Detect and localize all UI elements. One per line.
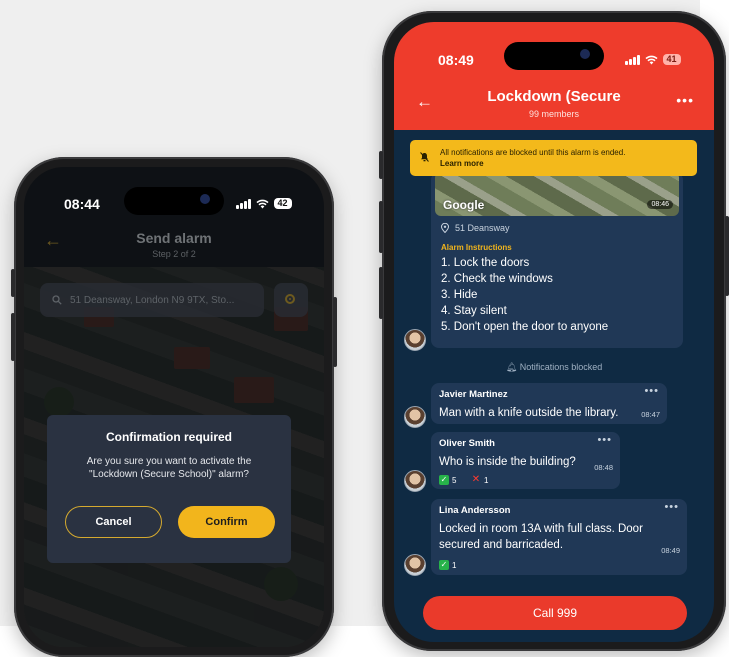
phone-button [379,267,383,319]
notice-text: All notifications are blocked until this… [440,148,626,157]
cross-icon: ✕ [471,474,481,485]
signal-icon [625,54,640,65]
confirm-button[interactable]: Confirm [178,506,275,538]
message-text: Man with a knife outside the library. [439,407,619,419]
address-text: 51 Deansway [455,223,510,233]
battery-icon: 42 [273,198,292,209]
message-sender: Javier Martinez [439,389,508,400]
avatar [404,554,426,576]
status-icons: 41 [625,54,681,65]
dialog-title: Confirmation required [105,430,232,444]
avatar [404,470,426,492]
avatar [404,406,426,428]
notification-block-banner: All notifications are blocked until this… [410,140,697,176]
instruction-item: 2. Check the windows [441,273,553,285]
address-search-value: 51 Deansway, London N9 9TX, Sto... [70,294,235,306]
map-time: 08:46 [647,200,673,209]
more-icon[interactable]: ••• [664,501,679,513]
status-time: 08:49 [438,52,474,68]
phone-button [333,297,337,367]
phone-button [11,269,15,297]
bell-off-icon [420,152,429,162]
more-icon[interactable]: ••• [597,434,612,446]
search-icon [52,295,62,305]
alarm-title: Lockdown (Secure [487,88,621,105]
message-text: Who is inside the building? [439,456,576,468]
phone-button [725,216,729,296]
map-logo: Google [443,198,485,212]
alarm-info-card: Google 08:46 51 Deansway Alarm Instructi… [431,172,683,348]
dialog-message: Are you sure you want to activate the "L… [86,456,252,480]
instruction-item: 4. Stay silent [441,305,507,317]
wifi-icon [644,55,658,64]
signal-icon [236,198,251,209]
phone-button [379,151,383,179]
page-title: Send alarm [136,230,212,246]
message-text-line: secured and barricaded. [439,539,564,551]
check-icon: ✓ [439,475,449,485]
bell-icon: 🔔︎ [505,362,518,372]
message-text-line: Locked in room 13A with full class. Door [439,523,643,535]
phone-alarm-chat: 08:49 41 ← Lockdown (Secure 99 members •… [379,11,729,651]
alarm-address: 51 Deansway [441,223,510,233]
instructions-label: Alarm Instructions [441,243,512,252]
chat-message[interactable]: Oliver Smith ••• Who is inside the build… [431,432,620,489]
instructions-list: 1. Lock the doors 2. Check the windows 3… [441,255,608,335]
member-count: 99 members [528,109,580,119]
confirmation-dialog: Confirmation required Are you sure you w… [47,415,291,563]
reaction-count: 1 [452,560,457,570]
address-search-input[interactable]: 51 Deansway, London N9 9TX, Sto... [40,283,264,317]
alarm-header: 08:49 41 ← Lockdown (Secure 99 members •… [394,22,714,130]
send-alarm-screen: 08:44 42 ← Send alarm Step 2 of 2 51 Dea… [24,167,324,647]
avatar [404,329,426,351]
reaction-count: 1 [484,475,489,485]
location-target-icon[interactable] [274,283,308,317]
more-icon[interactable]: ••• [676,92,694,108]
chat-message[interactable]: Lina Andersson ••• Locked in room 13A wi… [431,499,687,575]
map-thumbnail[interactable]: Google 08:46 [435,172,679,216]
battery-icon: 41 [662,54,681,65]
message-time: 08:47 [641,410,660,419]
reaction-cross[interactable]: ✕ 1 [471,474,489,485]
more-icon[interactable]: ••• [644,385,659,397]
alarm-chat-screen: 08:49 41 ← Lockdown (Secure 99 members •… [394,22,714,642]
instruction-item: 3. Hide [441,289,478,301]
message-sender: Lina Andersson [439,505,511,516]
learn-more-link[interactable]: Learn more [440,158,625,169]
wifi-icon [255,199,269,208]
check-icon: ✓ [439,560,449,570]
dynamic-island [504,42,604,70]
step-indicator: Step 2 of 2 [152,249,196,259]
message-time: 08:49 [661,546,680,555]
message-sender: Oliver Smith [439,438,495,449]
chat-message[interactable]: Javier Martinez ••• Man with a knife out… [431,383,667,424]
blocked-text: Notifications blocked [519,362,603,372]
phone-button [379,201,383,253]
status-icons: 42 [236,198,292,209]
phone-send-alarm: 08:44 42 ← Send alarm Step 2 of 2 51 Dea… [11,157,337,657]
dynamic-island [124,187,224,215]
instruction-item: 5. Don't open the door to anyone [441,321,609,333]
reaction-check[interactable]: ✓ 5 [439,475,456,485]
reaction-count: 5 [452,475,457,485]
message-time: 08:48 [594,463,613,472]
reaction-check[interactable]: ✓ 1 [439,560,456,570]
pin-icon [441,223,449,233]
instruction-item: 1. Lock the doors [441,257,530,269]
notifications-blocked-label: 🔔︎ Notifications blocked [394,362,714,373]
call-emergency-button[interactable]: Call 999 [423,596,687,630]
cancel-button[interactable]: Cancel [65,506,162,538]
status-time: 08:44 [64,196,100,212]
phone-button [11,313,15,361]
